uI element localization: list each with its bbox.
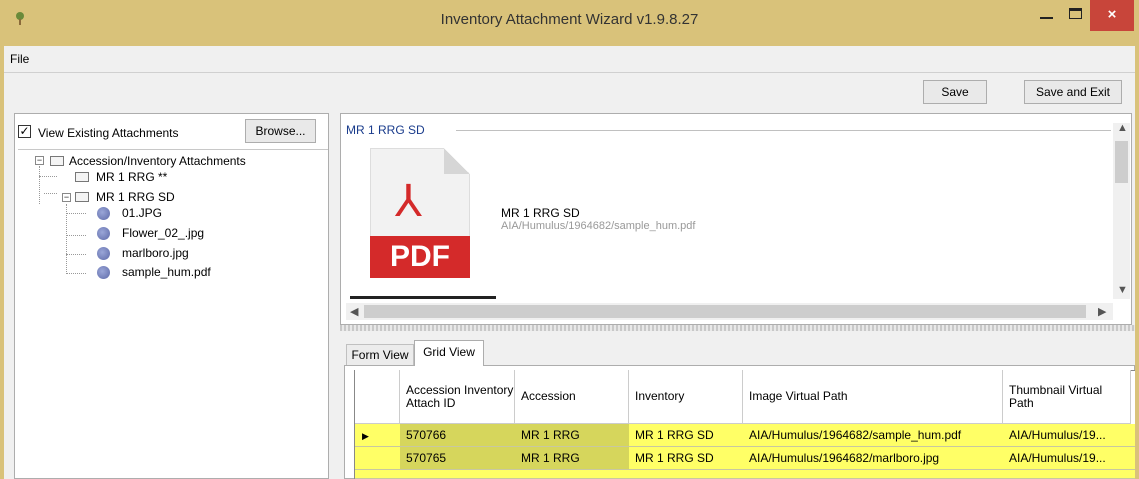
window-frame-right <box>1135 46 1139 479</box>
thumbnail-underline <box>350 296 496 299</box>
menu-bar: File <box>4 46 1135 72</box>
window-title: Inventory Attachment Wizard v1.9.8.27 <box>440 11 699 28</box>
tree-connector <box>66 254 86 255</box>
column-header[interactable]: Inventory <box>629 370 743 424</box>
close-button[interactable]: × <box>1090 0 1134 31</box>
attachment-icon <box>97 266 110 279</box>
preview-file-path: AIA/Humulus/1964682/sample_hum.pdf <box>501 220 696 232</box>
tree-connector <box>66 235 86 236</box>
tree-file[interactable]: 01.JPG <box>122 206 162 220</box>
column-header[interactable]: Thumbnail Virtual Path <box>1003 370 1131 424</box>
minimize-icon <box>1040 17 1053 19</box>
folder-icon <box>75 172 89 182</box>
column-header[interactable]: Image Virtual Path <box>743 370 1003 424</box>
acrobat-icon: ⅄ <box>395 177 422 226</box>
tree-file[interactable]: sample_hum.pdf <box>122 265 211 279</box>
grid-cell[interactable]: MR 1 RRG <box>515 447 629 469</box>
grid-cell[interactable]: AIA/Humulus/19... <box>1003 447 1121 469</box>
grid-cell[interactable]: 570765 <box>400 447 515 469</box>
attachment-icon <box>97 207 110 220</box>
folder-icon <box>75 192 89 202</box>
save-and-exit-button[interactable]: Save and Exit <box>1024 80 1122 104</box>
grid-cell[interactable]: AIA/Humulus/1964682/marlboro.jpg <box>743 447 1003 469</box>
current-row-icon: ▶ <box>362 431 369 441</box>
tree-connector <box>39 166 40 204</box>
tree-node-mr1rrgsd[interactable]: MR 1 RRG SD <box>96 190 175 204</box>
view-existing-checkbox[interactable]: ✓ <box>18 125 31 138</box>
horizontal-scroll-thumb[interactable] <box>364 305 1086 318</box>
vertical-scroll-thumb[interactable] <box>1115 141 1128 183</box>
tree-connector <box>66 213 86 214</box>
tree-connector <box>44 193 57 194</box>
tab-grid-view[interactable]: Grid View <box>414 340 484 366</box>
grid-cell[interactable]: AIA/Humulus/19... <box>1003 424 1121 446</box>
scroll-up-icon[interactable]: ▲ <box>1117 122 1128 134</box>
table-row[interactable]: 570766 MR 1 RRG MR 1 RRG SD AIA/Humulus/… <box>355 424 1135 447</box>
attachment-icon <box>97 247 110 260</box>
grid-cell[interactable]: AIA/Humulus/1964682/sample_hum.pdf <box>743 424 1003 446</box>
toolbar-separator <box>4 72 1135 73</box>
table-row[interactable]: 570765 MR 1 RRG MR 1 RRG SD AIA/Humulus/… <box>355 447 1135 470</box>
save-button[interactable]: Save <box>923 80 987 104</box>
preview-file-name: MR 1 RRG SD <box>501 206 580 220</box>
tree-file[interactable]: marlboro.jpg <box>122 246 189 260</box>
tree-border <box>18 149 328 150</box>
grid-cell[interactable]: MR 1 RRG SD <box>629 424 743 446</box>
column-header[interactable]: Accession Inventory Attach ID <box>400 370 515 424</box>
tree-connector <box>66 204 67 274</box>
grid-cell[interactable]: MR 1 RRG <box>515 424 629 446</box>
tree-node-mr1rrg[interactable]: MR 1 RRG ** <box>96 170 167 184</box>
collapse-icon[interactable]: − <box>62 193 71 202</box>
tree-file[interactable]: Flower_02_.jpg <box>122 226 204 240</box>
pdf-label: PDF <box>370 236 470 278</box>
maximize-icon <box>1069 8 1082 19</box>
attachment-icon <box>97 227 110 240</box>
pdf-fold <box>444 148 470 174</box>
minimize-button[interactable] <box>1032 0 1062 32</box>
tree-connector <box>39 176 57 177</box>
row-header-corner <box>355 370 400 424</box>
group-line <box>456 130 1111 131</box>
grid-cell[interactable]: MR 1 RRG SD <box>629 447 743 469</box>
column-header[interactable]: Accession <box>515 370 629 424</box>
preview-group-title: MR 1 RRG SD <box>346 123 429 137</box>
browse-button[interactable]: Browse... <box>245 119 316 143</box>
window-frame-left <box>0 46 4 479</box>
folder-icon <box>50 156 64 166</box>
view-existing-label: View Existing Attachments <box>38 126 179 140</box>
tree-root[interactable]: Accession/Inventory Attachments <box>69 154 246 168</box>
menu-file[interactable]: File <box>10 52 29 66</box>
table-row[interactable] <box>355 470 1135 479</box>
tab-form-view[interactable]: Form View <box>346 344 414 366</box>
collapse-icon[interactable]: − <box>35 156 44 165</box>
scroll-right-icon[interactable]: ▶ <box>1098 305 1106 318</box>
panel-splitter[interactable] <box>340 325 1135 331</box>
maximize-button[interactable] <box>1062 0 1090 32</box>
tree-connector <box>66 273 86 274</box>
scroll-left-icon[interactable]: ◀ <box>350 305 358 318</box>
scroll-down-icon[interactable]: ▼ <box>1117 284 1128 296</box>
grid-cell[interactable]: 570766 <box>400 424 515 446</box>
